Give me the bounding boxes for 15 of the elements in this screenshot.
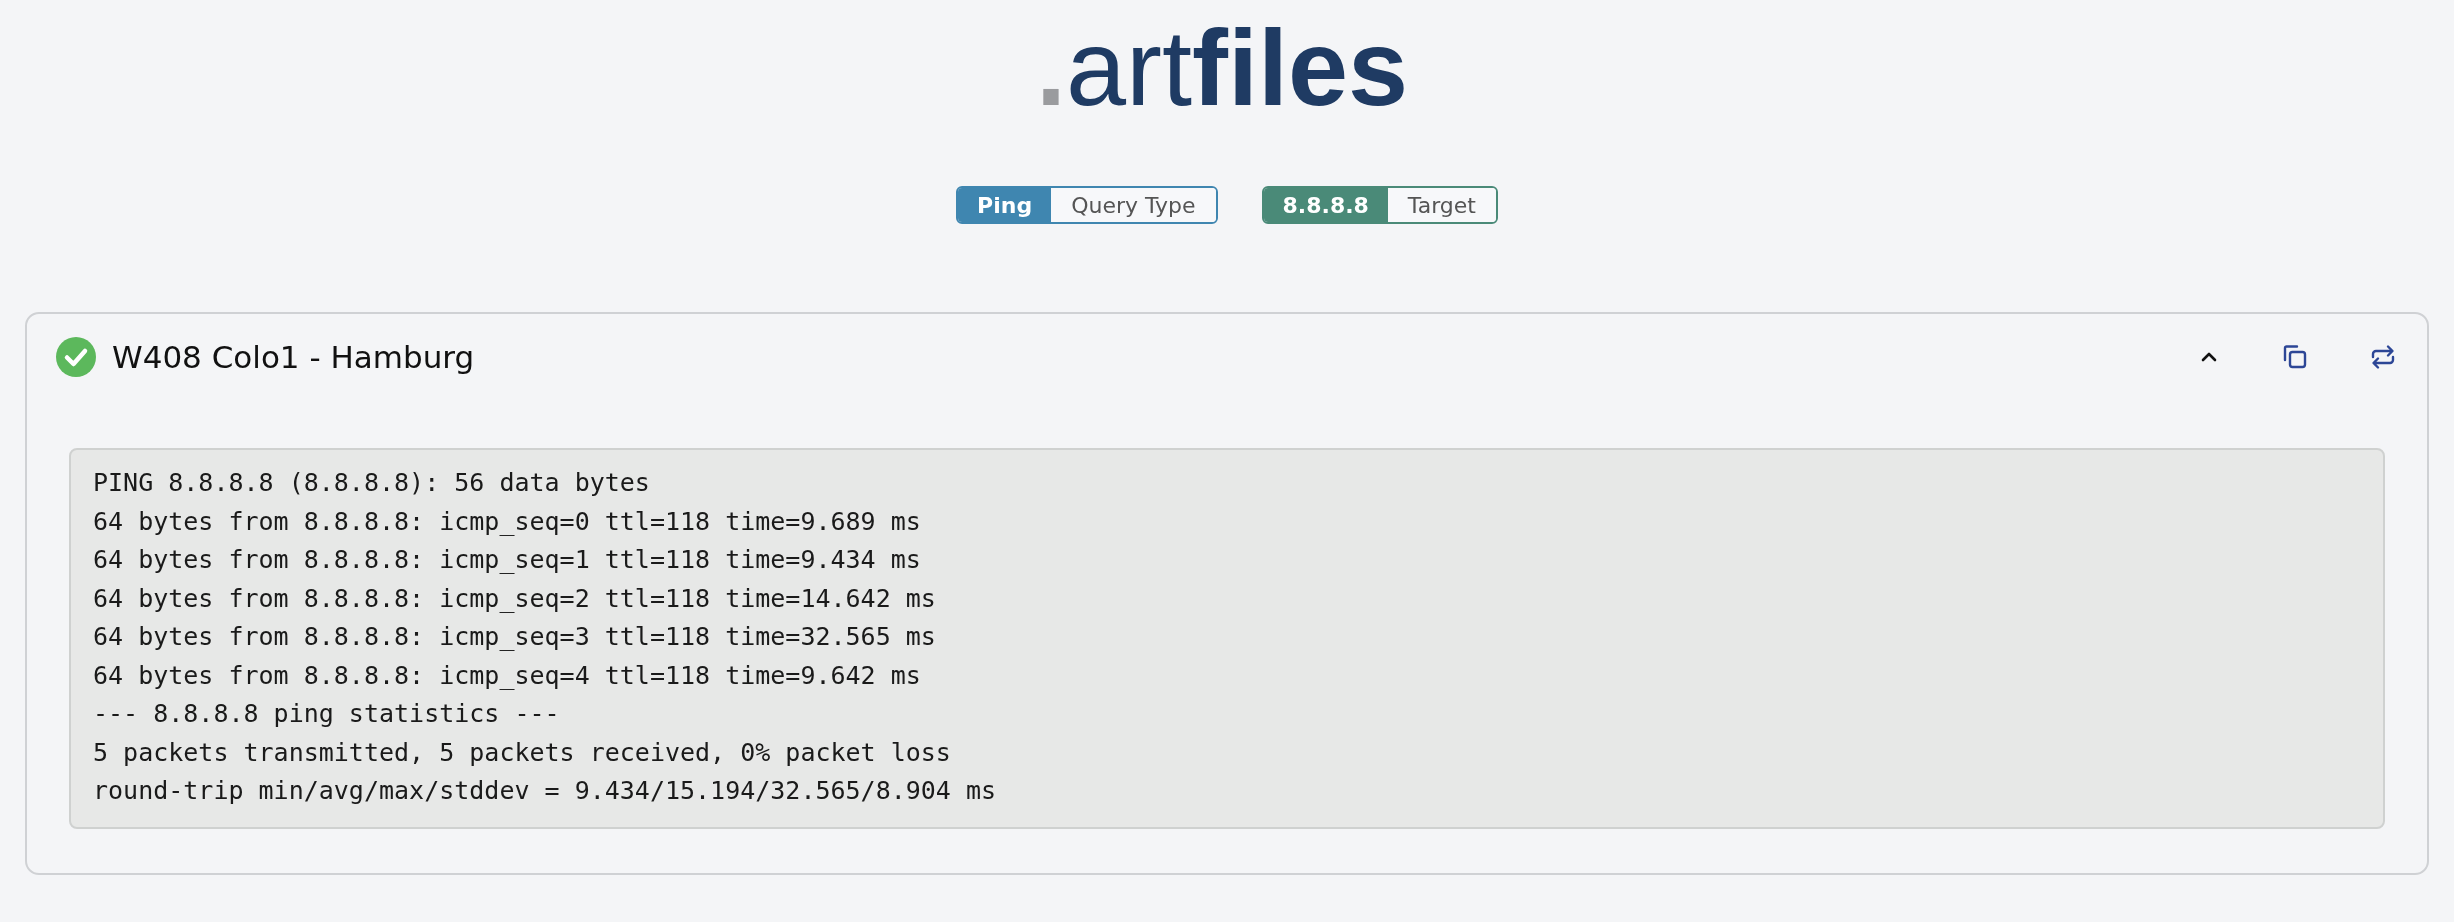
tag-value: Ping [958, 188, 1052, 222]
output-line: 64 bytes from 8.8.8.8: icmp_seq=2 ttl=118 time=14.642 ms [93, 582, 936, 615]
output-line: 5 packets transmitted, 5 packets received, 0% packet loss [93, 736, 951, 769]
output-line: 64 bytes from 8.8.8.8: icmp_seq=0 ttl=118 time=9.689 ms [93, 505, 921, 538]
repeat-icon [2369, 343, 2397, 371]
result-title: W408 Colo1 - Hamburg [112, 339, 475, 375]
output-line: 64 bytes from 8.8.8.8: icmp_seq=1 ttl=118 time=9.434 ms [93, 544, 921, 576]
output-line: 64 bytes from 8.8.8.8: icmp_seq=3 ttl=118 time=32.565 ms [93, 621, 936, 653]
output-line: PING 8.8.8.8 (8.8.8.8): 56 data bytes [93, 467, 650, 499]
output-line: 64 bytes from 8.8.8.8: icmp_seq=4 ttl=118 time=9.642 ms [93, 659, 921, 692]
copy-icon [2281, 343, 2309, 371]
output-line: --- 8.8.8.8 ping statistics --- [93, 698, 560, 730]
output-line: round-trip min/avg/max/stddev = 9.434/15.194/32.565/8.904 ms [93, 775, 997, 807]
logo: .artfiles [1035, 14, 1409, 122]
tag-value: 8.8.8.8 [1263, 188, 1388, 222]
